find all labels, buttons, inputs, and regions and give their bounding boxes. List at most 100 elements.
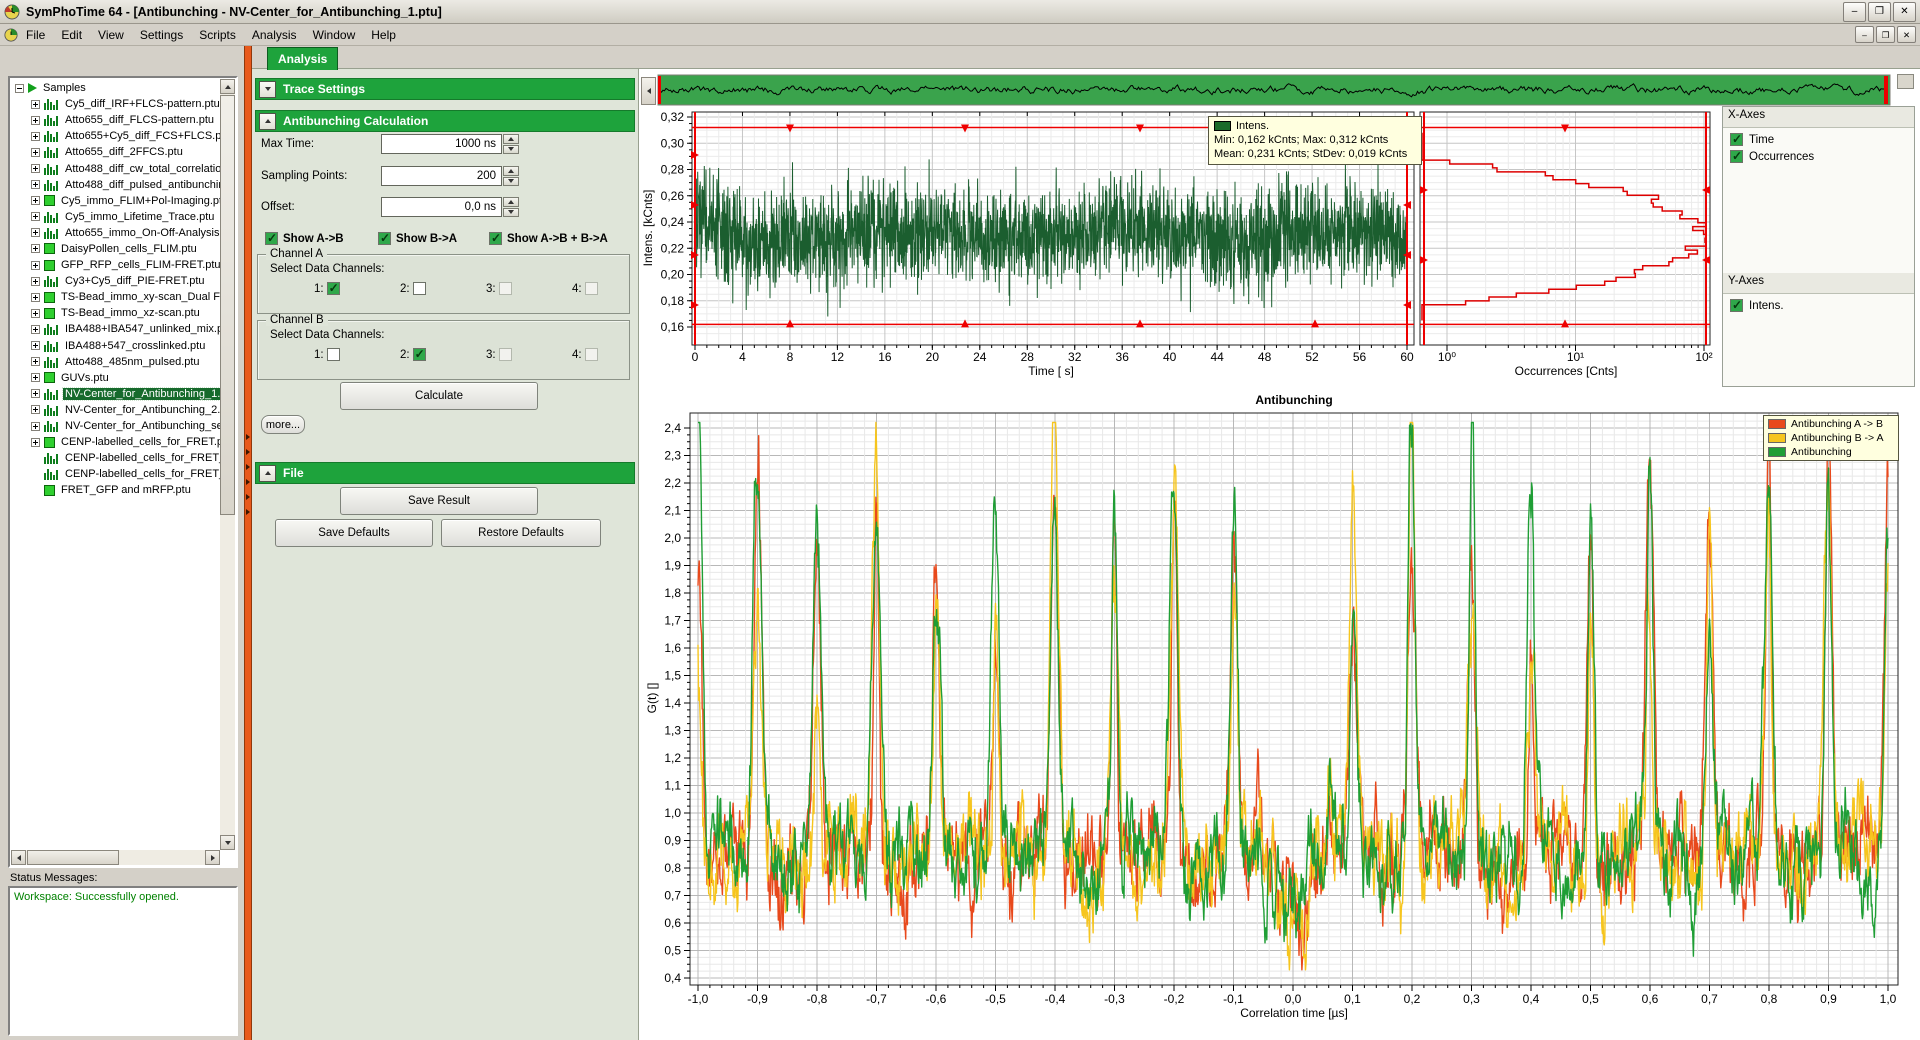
more-button[interactable]: more... <box>261 415 305 434</box>
offset-input[interactable]: 0,0 ns <box>381 197 502 217</box>
expand-icon[interactable] <box>31 422 40 431</box>
tab-analysis[interactable]: Analysis <box>267 47 338 70</box>
restore-defaults-button[interactable]: Restore Defaults <box>441 519 601 547</box>
tree-item[interactable]: Cy3+Cy5_diff_PIE-FRET.ptu <box>11 273 220 289</box>
menu-item-analysis[interactable]: Analysis <box>244 25 305 45</box>
tree-item[interactable]: FRET_GFP and mRFP.ptu <box>11 482 220 498</box>
show-sum-checkbox[interactable] <box>489 232 502 245</box>
expand-icon[interactable] <box>31 148 40 157</box>
expand-icon[interactable] <box>31 293 40 302</box>
scroll-right-icon[interactable] <box>205 850 220 865</box>
tree-item[interactable]: GUVs.ptu <box>11 370 220 386</box>
tree-item[interactable]: Atto488_485nm_pulsed.ptu <box>11 354 220 370</box>
tree-item[interactable]: NV-Center_for_Antibunching_2.p <box>11 402 220 418</box>
spin-down-icon[interactable] <box>503 177 519 187</box>
child-restore-button[interactable]: ❐ <box>1876 26 1895 43</box>
tree-item[interactable]: Atto655_diff_FLCS-pattern.ptu <box>11 112 220 128</box>
channel-a-4[interactable]: 4: <box>572 282 658 295</box>
tree-item[interactable]: DaisyPollen_cells_FLIM.ptu <box>11 241 220 257</box>
menu-item-settings[interactable]: Settings <box>132 25 191 45</box>
spin-up-icon[interactable] <box>503 166 519 176</box>
channel-a-3[interactable]: 3: <box>486 282 572 295</box>
scroll-down-icon[interactable] <box>220 835 235 850</box>
tree-item[interactable]: CENP-labelled_cells_for_FRET.ptu <box>11 434 220 450</box>
tree-item[interactable]: CENP-labelled_cells_for_FRET_IR <box>11 450 220 466</box>
file-section-header[interactable]: File <box>255 462 635 484</box>
max-time-input[interactable]: 1000 ns <box>381 134 502 154</box>
tree-item[interactable]: NV-Center_for_Antibunching_se <box>11 418 220 434</box>
expand-icon[interactable] <box>31 357 40 366</box>
expand-icon[interactable] <box>31 325 40 334</box>
max-time-stepper[interactable] <box>503 134 519 154</box>
save-defaults-button[interactable]: Save Defaults <box>275 519 433 547</box>
menu-item-window[interactable]: Window <box>305 25 364 45</box>
time-axis-checkbox[interactable] <box>1730 133 1743 146</box>
expand-icon[interactable] <box>31 309 40 318</box>
tree-item[interactable]: NV-Center_for_Antibunching_1.p <box>11 386 220 402</box>
channel-b-2[interactable]: 2: <box>400 348 486 361</box>
channel-b-3[interactable]: 3: <box>486 348 572 361</box>
trace-settings-header[interactable]: Trace Settings <box>255 78 635 100</box>
child-minimize-button[interactable]: – <box>1855 26 1874 43</box>
channel-a-3-checkbox[interactable] <box>499 282 512 295</box>
show-a-to-b-checkbox[interactable] <box>265 232 278 245</box>
spin-up-icon[interactable] <box>503 197 519 207</box>
menu-item-help[interactable]: Help <box>363 25 404 45</box>
tree-item[interactable]: CENP-labelled_cells_for_FRET_IR <box>11 466 220 482</box>
child-close-button[interactable]: ✕ <box>1897 26 1916 43</box>
expand-icon[interactable] <box>31 277 40 286</box>
expand-icon[interactable] <box>31 405 40 414</box>
tree-item[interactable]: Atto655_diff_2FFCS.ptu <box>11 144 220 160</box>
expand-icon[interactable] <box>31 228 40 237</box>
tree-item[interactable]: Atto655_immo_On-Off-Analysis.p <box>11 225 220 241</box>
tree-item[interactable]: Atto488_diff_pulsed_antibunchin <box>11 177 220 193</box>
spin-down-icon[interactable] <box>503 208 519 218</box>
spin-up-icon[interactable] <box>503 134 519 144</box>
scroll-up-icon[interactable] <box>220 79 235 94</box>
channel-a-2-checkbox[interactable] <box>413 282 426 295</box>
expand-icon[interactable] <box>31 164 40 173</box>
menu-item-view[interactable]: View <box>90 25 132 45</box>
overview-corner-button[interactable] <box>1897 74 1914 89</box>
panel-splitter[interactable] <box>244 46 252 1040</box>
menu-item-file[interactable]: File <box>18 25 53 45</box>
channel-b-4[interactable]: 4: <box>572 348 658 361</box>
collapse-trace-settings-icon[interactable] <box>259 81 276 98</box>
occurrences-axis-checkbox[interactable] <box>1730 150 1743 163</box>
tree-item[interactable]: IBA488+IBA547_unlinked_mix.ptu <box>11 321 220 337</box>
tree-item[interactable]: Samples <box>11 80 220 96</box>
minimize-button[interactable]: – <box>1843 2 1866 22</box>
x-axis-toggle-time[interactable]: Time <box>1730 133 1907 146</box>
antibunching-calculation-header[interactable]: Antibunching Calculation <box>255 110 635 132</box>
collapse-antibunching-icon[interactable] <box>259 113 276 130</box>
offset-stepper[interactable] <box>503 197 519 217</box>
tree-item[interactable]: TS-Bead_immo_xz-scan.ptu <box>11 305 220 321</box>
expand-icon[interactable] <box>31 341 40 350</box>
expand-icon[interactable] <box>31 196 40 205</box>
show-b-to-a-toggle[interactable]: Show B->A <box>378 232 457 245</box>
channel-a-2[interactable]: 2: <box>400 282 486 295</box>
collapse-file-icon[interactable] <box>259 465 276 482</box>
vscroll-thumb[interactable] <box>220 95 235 515</box>
sampling-points-input[interactable]: 200 <box>381 166 502 186</box>
tree-item[interactable]: TS-Bead_immo_xy-scan_Dual Fo <box>11 289 220 305</box>
x-axis-toggle-occurrences[interactable]: Occurrences <box>1730 150 1907 163</box>
collapse-icon[interactable] <box>15 84 24 93</box>
tree-item[interactable]: GFP_RFP_cells_FLIM-FRET.ptu <box>11 257 220 273</box>
channel-b-2-checkbox[interactable] <box>413 348 426 361</box>
menu-item-edit[interactable]: Edit <box>53 25 90 45</box>
show-a-to-b-toggle[interactable]: Show A->B <box>265 232 344 245</box>
tree-item[interactable]: Atto655+Cy5_diff_FCS+FLCS.ptu <box>11 128 220 144</box>
expand-icon[interactable] <box>31 244 40 253</box>
menu-item-scripts[interactable]: Scripts <box>191 25 244 45</box>
sampling-points-stepper[interactable] <box>503 166 519 186</box>
channel-a-1-checkbox[interactable] <box>327 282 340 295</box>
close-button[interactable]: ✕ <box>1893 2 1916 22</box>
expand-icon[interactable] <box>31 373 40 382</box>
expand-icon[interactable] <box>31 132 40 141</box>
scroll-left-icon[interactable] <box>11 850 26 865</box>
channel-a-1[interactable]: 1: <box>314 282 400 295</box>
expand-icon[interactable] <box>31 116 40 125</box>
tree-item[interactable]: IBA488+547_crosslinked.ptu <box>11 338 220 354</box>
spin-down-icon[interactable] <box>503 145 519 155</box>
